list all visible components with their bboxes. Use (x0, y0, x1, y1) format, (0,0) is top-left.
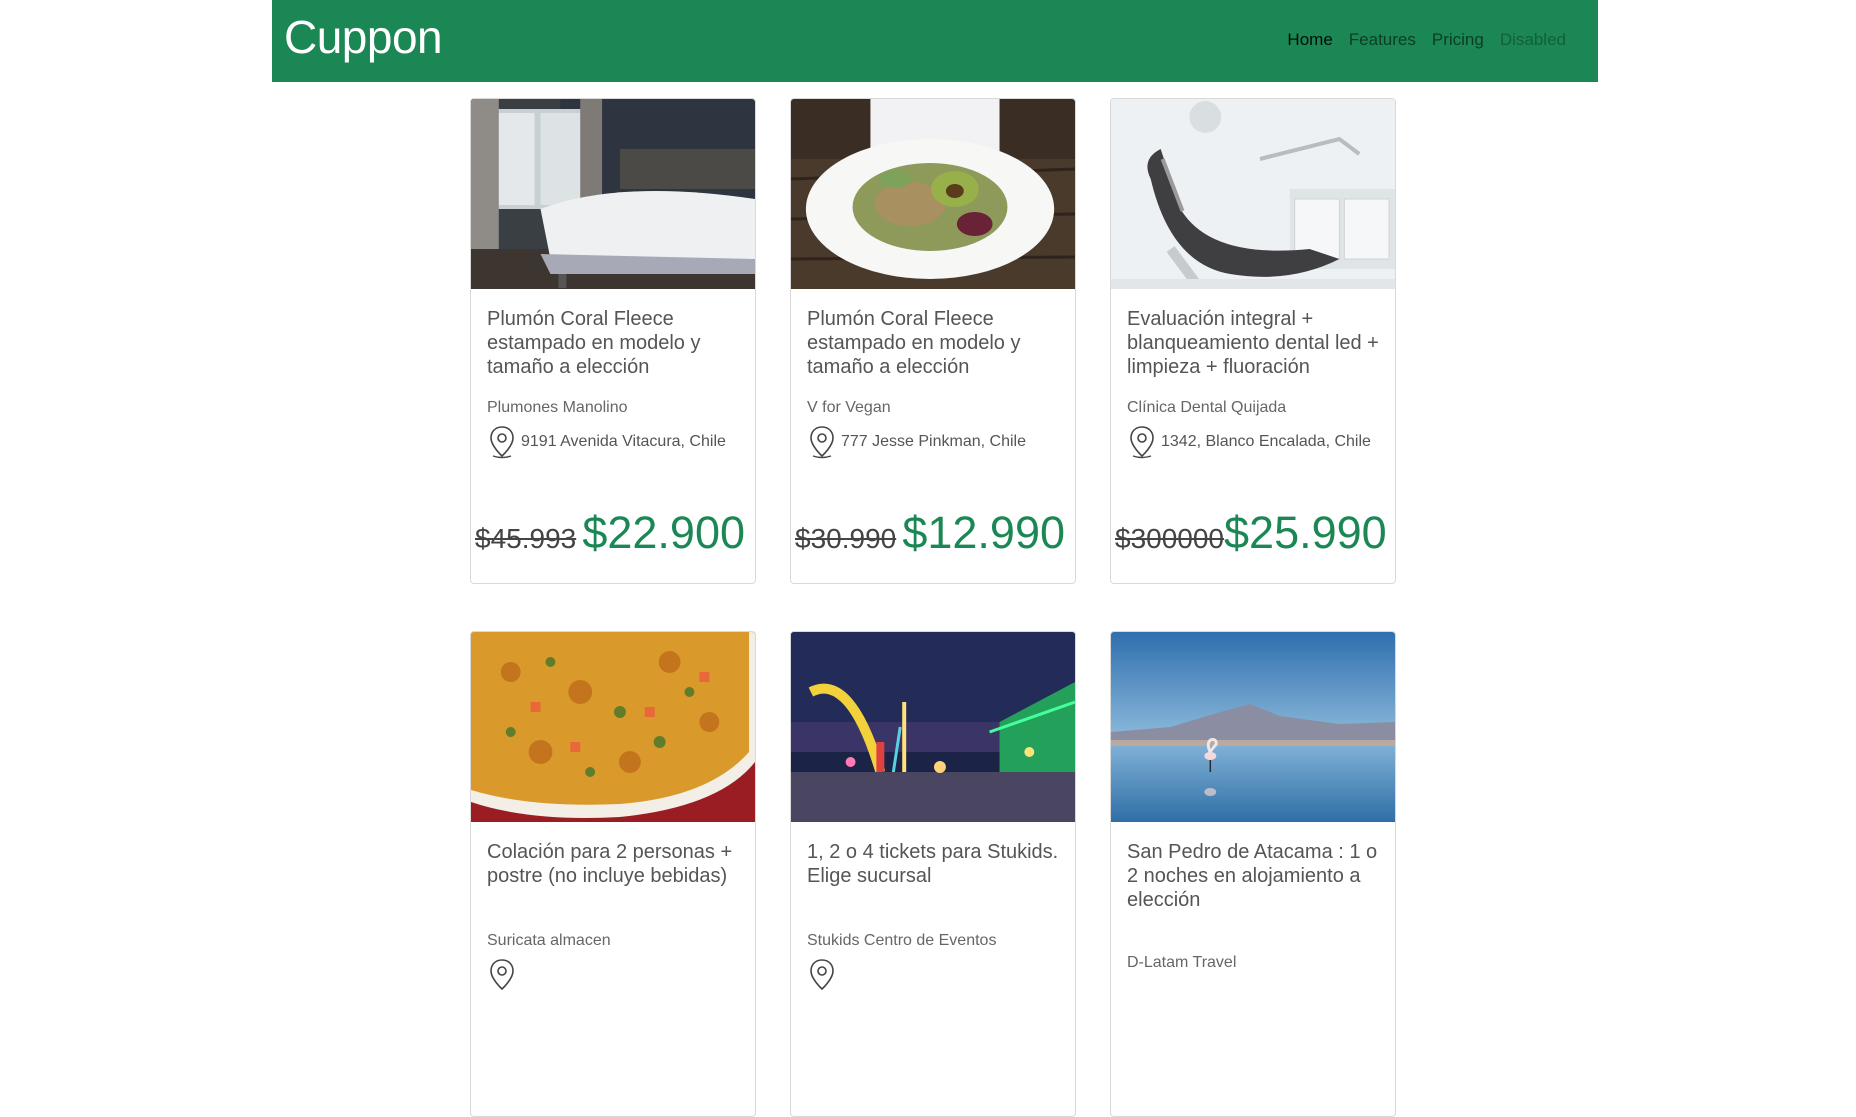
deal-title[interactable]: San Pedro de Atacama : 1 o 2 noches en a… (1127, 840, 1379, 912)
atacama-flamingo-photo[interactable] (1111, 632, 1395, 822)
deal-title[interactable]: Plumón Coral Fleece estampado en modelo … (807, 307, 1059, 379)
deal-card[interactable]: Colación para 2 personas + postre (no in… (470, 631, 756, 1117)
deal-vendor: Suricata almacen (487, 932, 611, 949)
old-price: $30.990 (795, 523, 897, 554)
navbar: Cuppon Home Features Pricing Disabled (272, 0, 1598, 82)
deal-card[interactable]: Plumón Coral Fleece estampado en modelo … (790, 98, 1076, 584)
new-price: $12.990 (902, 507, 1065, 558)
location-pin-icon (489, 425, 515, 459)
nav-features[interactable]: Features (1349, 28, 1416, 52)
food-dish-photo[interactable] (471, 632, 755, 822)
price-block: $45.993 $22.900 (475, 507, 745, 559)
deal-title[interactable]: Plumón Coral Fleece estampado en modelo … (487, 307, 739, 379)
deal-title[interactable]: Colación para 2 personas + postre (no in… (487, 840, 739, 888)
nav-home[interactable]: Home (1287, 28, 1332, 52)
deal-address (489, 958, 521, 992)
dental-chair-photo[interactable] (1111, 99, 1395, 289)
location-pin-icon (809, 958, 835, 992)
deal-vendor: V for Vegan (807, 399, 891, 416)
old-price: $300000 (1115, 523, 1225, 554)
nav-links: Home Features Pricing Disabled (1287, 28, 1566, 52)
deal-vendor: D-Latam Travel (1127, 954, 1237, 971)
deal-address (809, 958, 841, 992)
deal-card[interactable]: 1, 2 o 4 tickets para Stukids. Elige suc… (790, 631, 1076, 1117)
deal-vendor: Stukids Centro de Eventos (807, 932, 997, 949)
location-pin-icon (1129, 425, 1155, 459)
new-price: $25.990 (1224, 507, 1387, 558)
location-pin-icon (809, 425, 835, 459)
location-pin-icon (489, 958, 515, 992)
address-text: 9191 Avenida Vitacura, Chile (521, 433, 726, 450)
deal-card[interactable]: Evaluación integral + blanqueamiento den… (1110, 98, 1396, 584)
bedroom-photo[interactable] (471, 99, 755, 289)
nav-pricing[interactable]: Pricing (1432, 28, 1484, 52)
brand-logo[interactable]: Cuppon (284, 10, 443, 64)
deal-vendor: Plumones Manolino (487, 399, 628, 416)
deal-address: 9191 Avenida Vitacura, Chile (489, 425, 726, 459)
deal-address: 1342, Blanco Encalada, Chile (1129, 425, 1371, 459)
new-price: $22.900 (582, 507, 745, 558)
vegan-salad-photo[interactable] (791, 99, 1075, 289)
deal-address: 777 Jesse Pinkman, Chile (809, 425, 1026, 459)
nav-disabled: Disabled (1499, 30, 1566, 49)
deal-card[interactable]: Plumón Coral Fleece estampado en modelo … (470, 98, 756, 584)
deal-vendor: Clínica Dental Quijada (1127, 399, 1287, 416)
deal-title[interactable]: 1, 2 o 4 tickets para Stukids. Elige suc… (807, 840, 1059, 888)
price-block: $30.990 $12.990 (795, 507, 1065, 559)
price-block: $300000 $25.990 (1115, 507, 1387, 559)
deal-title[interactable]: Evaluación integral + blanqueamiento den… (1127, 307, 1379, 379)
old-price: $45.993 (475, 523, 577, 554)
address-text: 1342, Blanco Encalada, Chile (1161, 433, 1371, 450)
deal-card[interactable]: San Pedro de Atacama : 1 o 2 noches en a… (1110, 631, 1396, 1117)
address-text: 777 Jesse Pinkman, Chile (841, 433, 1026, 450)
fair-night-photo[interactable] (791, 632, 1075, 822)
